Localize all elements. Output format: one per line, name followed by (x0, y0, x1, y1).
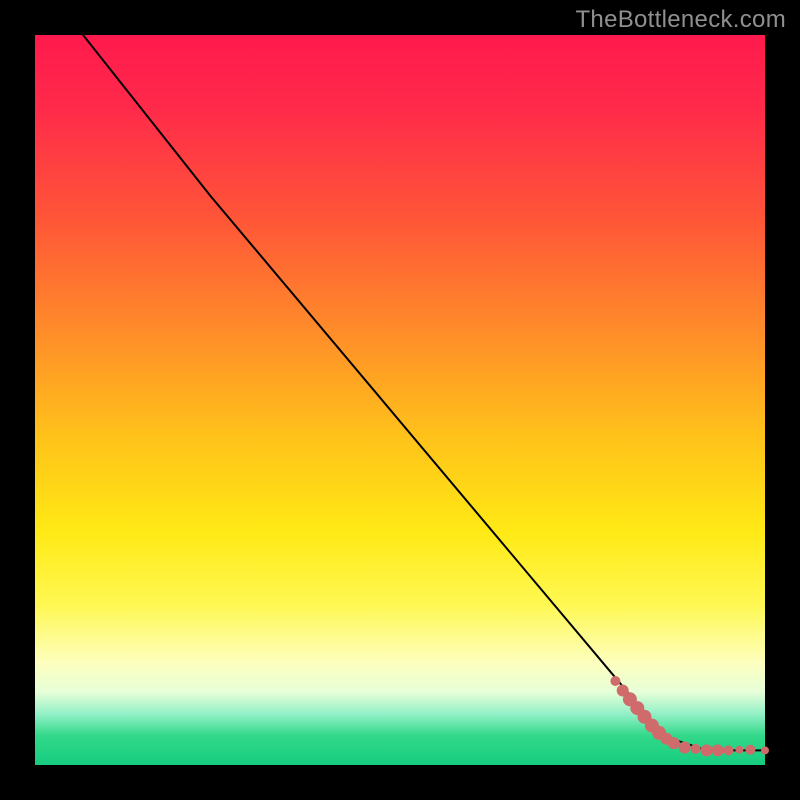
data-point (735, 746, 743, 754)
data-point (701, 744, 713, 756)
data-points (610, 676, 769, 756)
data-point (761, 746, 769, 754)
data-point (610, 676, 620, 686)
data-point (691, 744, 701, 754)
data-point (668, 737, 680, 749)
data-point (712, 744, 724, 756)
data-point (745, 745, 755, 755)
chart-plot (35, 35, 765, 765)
watermark-text: TheBottleneck.com (575, 6, 786, 34)
data-point (724, 745, 734, 755)
data-point (679, 742, 691, 754)
bottleneck-curve (72, 20, 766, 750)
